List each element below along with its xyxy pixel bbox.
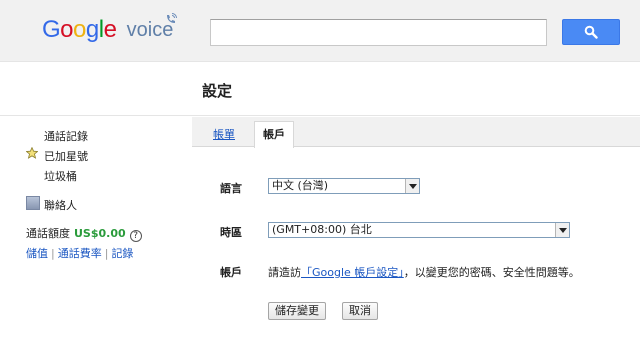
credit-amount: US$0.00	[74, 227, 126, 240]
sidebar-item-trash[interactable]: 垃圾桶	[44, 168, 77, 184]
account-text-prefix: 請造訪	[268, 266, 301, 279]
credit-label: 通話額度	[26, 227, 70, 240]
logo-letter: o	[73, 16, 86, 43]
chevron-down-icon	[405, 179, 419, 193]
timezone-select[interactable]: (GMT+08:00) 台北	[268, 222, 570, 238]
save-button[interactable]: 儲存變更	[268, 302, 326, 320]
google-wordmark: Google	[42, 16, 123, 43]
timezone-value: (GMT+08:00) 台北	[272, 223, 372, 236]
page-title: 設定	[202, 82, 233, 100]
credit-links: 儲值 | 通話費率 | 記錄	[26, 245, 133, 261]
settings-tabs: 帳單 帳戶	[192, 117, 640, 148]
link-separator: |	[51, 247, 55, 260]
google-voice-logo[interactable]: Google voice	[42, 13, 177, 46]
language-value: 中文 (台灣)	[272, 179, 329, 192]
sidebar-item-history[interactable]: 通話記錄	[44, 128, 88, 144]
help-icon[interactable]: ?	[129, 230, 142, 242]
tab-billing[interactable]: 帳單	[213, 126, 235, 142]
account-text-suffix: ，以變更您的密碼、安全性問題等。	[403, 266, 580, 279]
top-bar: Google voice	[0, 0, 640, 62]
credit-row: 通話額度 US$0.00?	[26, 225, 142, 242]
timezone-label: 時區	[220, 226, 242, 239]
logo-letter: o	[60, 16, 74, 43]
title-band: 設定	[0, 62, 640, 116]
account-label: 帳戶	[220, 266, 242, 279]
logo-letter: G	[42, 16, 61, 43]
phone-icon	[167, 13, 177, 23]
language-label: 語言	[220, 182, 242, 195]
google-account-settings-link[interactable]: 「Google 帳戶設定」	[301, 266, 404, 279]
cancel-button[interactable]: 取消	[342, 302, 378, 320]
link-separator: |	[104, 247, 109, 260]
history-link[interactable]: 記錄	[111, 247, 133, 260]
language-select[interactable]: 中文 (台灣)	[268, 178, 420, 194]
search-icon	[584, 25, 598, 39]
logo-letter: g	[85, 16, 99, 43]
sidebar: 通話記錄 已加星號 垃圾桶 聯絡人 通話額度 US$0.00? 儲值 | 通話費率 | 記…	[0, 117, 192, 340]
star-icon	[26, 147, 38, 159]
tab-account[interactable]: 帳戶	[254, 121, 294, 148]
add-credit-link[interactable]: 儲值	[26, 247, 48, 260]
rates-link[interactable]: 通話費率	[58, 247, 102, 260]
sidebar-item-starred[interactable]: 已加星號	[44, 148, 88, 164]
contacts-icon	[26, 196, 40, 210]
search-input[interactable]	[210, 19, 547, 46]
sidebar-item-contacts[interactable]: 聯絡人	[44, 197, 77, 213]
chevron-down-icon	[555, 223, 569, 237]
logo-letter: e	[103, 16, 117, 43]
account-settings-text: 請造訪「Google 帳戶設定」，以變更您的密碼、安全性問題等。	[268, 264, 580, 280]
search-button[interactable]	[562, 19, 620, 45]
